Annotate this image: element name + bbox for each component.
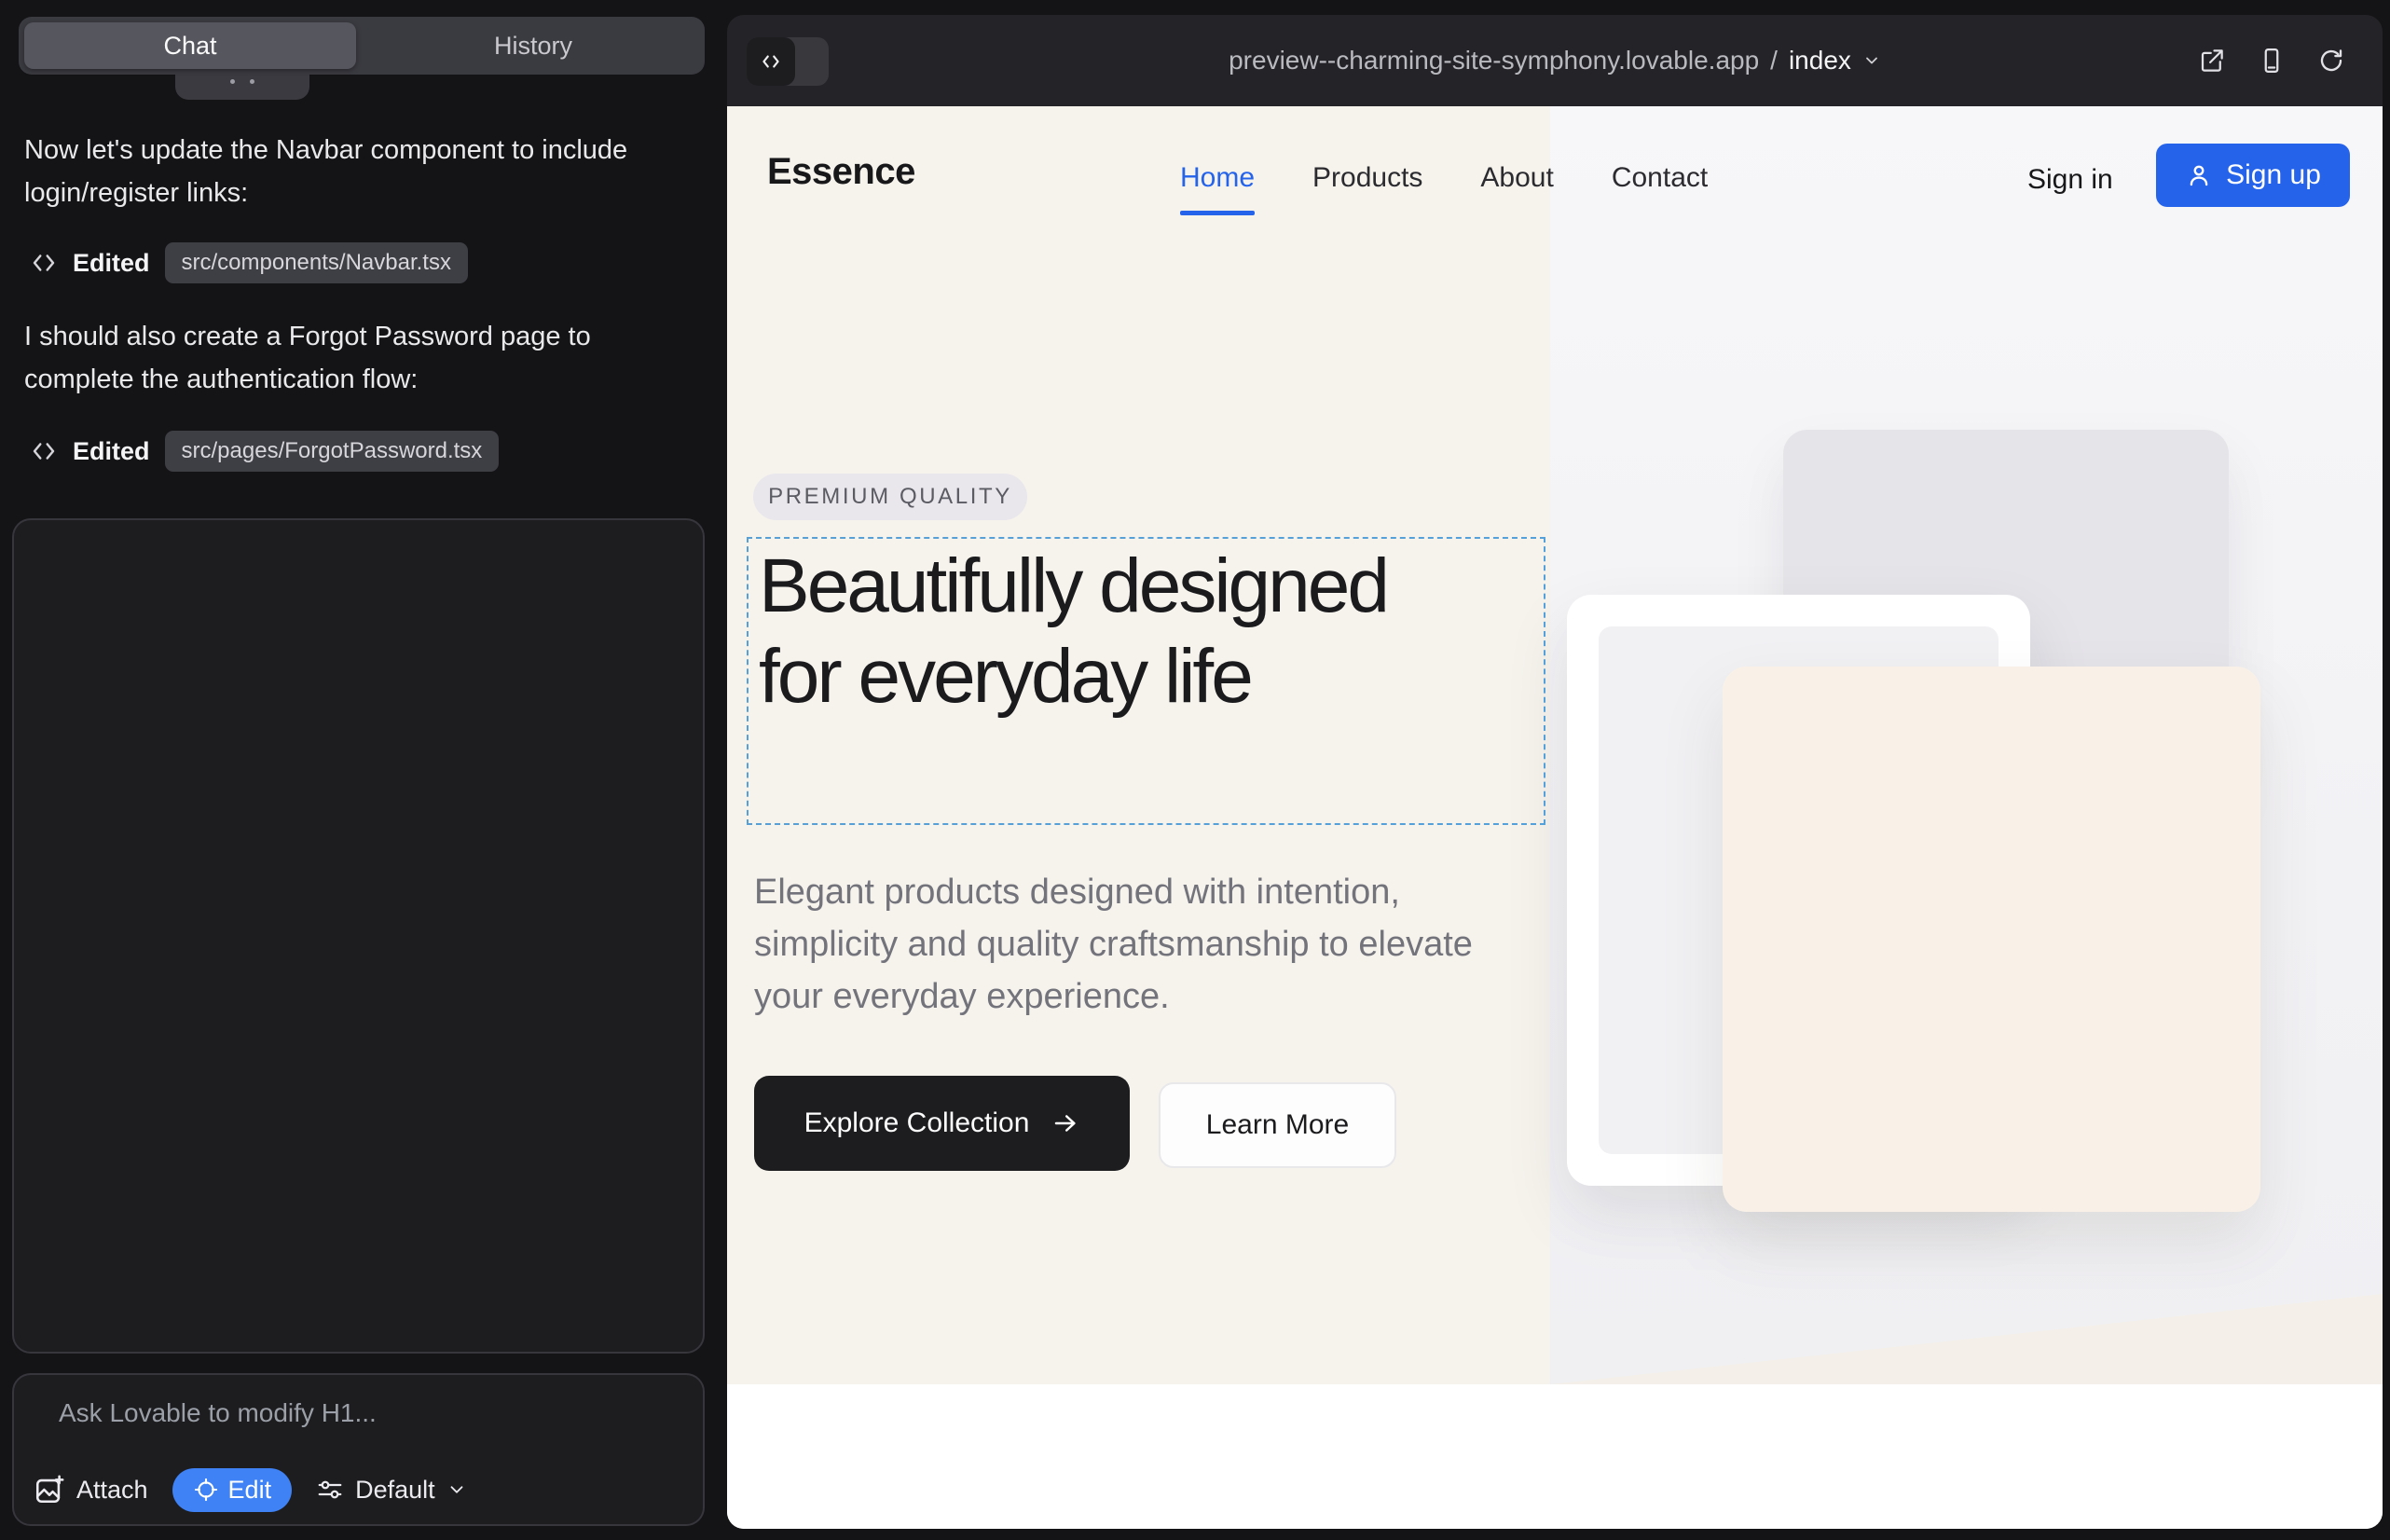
- file-badge[interactable]: src/components/Navbar.tsx: [165, 242, 468, 283]
- site-nav: Home Products About Contact: [1180, 162, 1708, 194]
- edited-file-row: Edited src/components/Navbar.tsx: [30, 241, 468, 285]
- nav-link-label: Home: [1180, 162, 1255, 193]
- url-page: index: [1789, 46, 1851, 76]
- refresh-button[interactable]: [2314, 43, 2349, 78]
- hero-description: Elegant products designed with intention…: [754, 866, 1509, 1023]
- cta-primary-label: Explore Collection: [804, 1107, 1030, 1139]
- external-link-icon: [2198, 47, 2226, 75]
- target-icon: [193, 1477, 219, 1503]
- hero-heading[interactable]: Beautifully designed for everyday life: [759, 541, 1393, 722]
- code-icon: [30, 437, 58, 465]
- attach-image-icon: [34, 1474, 65, 1506]
- mobile-icon: [2258, 47, 2286, 75]
- tab-history[interactable]: History: [367, 22, 699, 69]
- edit-label: Edit: [228, 1476, 272, 1505]
- preview-window: preview--charming-site-symphony.lovable.…: [727, 15, 2383, 1529]
- mobile-view-button[interactable]: [2254, 43, 2289, 78]
- decor-card-peach: [1723, 667, 2260, 1212]
- edited-label: Edited: [73, 437, 150, 466]
- url-separator: /: [1770, 46, 1778, 76]
- chat-history-tabbar: Chat History: [19, 17, 705, 75]
- active-underline: [1180, 211, 1255, 215]
- chat-input[interactable]: [57, 1397, 657, 1429]
- selected-h1-outline[interactable]: Beautifully designed for everyday life: [747, 537, 1545, 825]
- sign-up-button[interactable]: Sign up: [2156, 144, 2350, 207]
- composer-toolbar: Attach Edit Default: [34, 1464, 467, 1515]
- collapsed-scroll-pill[interactable]: [175, 75, 309, 100]
- site-viewport: Essence Home Products About Contact Sign…: [727, 106, 2383, 1529]
- tab-chat[interactable]: Chat: [24, 22, 356, 69]
- edited-label: Edited: [73, 249, 150, 278]
- open-external-button[interactable]: [2194, 43, 2230, 78]
- sign-in-link[interactable]: Sign in: [2027, 164, 2113, 196]
- learn-more-button[interactable]: Learn More: [1159, 1082, 1396, 1168]
- element-editor-panel: [12, 518, 705, 1354]
- attach-label: Attach: [76, 1476, 148, 1505]
- refresh-icon: [2317, 47, 2345, 75]
- nav-link-about[interactable]: About: [1480, 162, 1553, 194]
- url-domain: preview--charming-site-symphony.lovable.…: [1229, 46, 1759, 76]
- browser-chrome: preview--charming-site-symphony.lovable.…: [727, 15, 2383, 106]
- nav-link-products[interactable]: Products: [1312, 162, 1422, 194]
- site-logo[interactable]: Essence: [767, 151, 915, 193]
- next-section-background: [727, 1384, 2383, 1529]
- sign-up-label: Sign up: [2226, 159, 2321, 191]
- default-label: Default: [355, 1476, 435, 1505]
- code-icon: [30, 249, 58, 277]
- chat-message: I should also create a Forgot Password p…: [24, 315, 669, 401]
- sliders-icon: [316, 1476, 344, 1504]
- url-bar[interactable]: preview--charming-site-symphony.lovable.…: [727, 15, 2383, 106]
- arrow-right-icon: [1051, 1109, 1079, 1137]
- model-default-button[interactable]: Default: [316, 1476, 467, 1505]
- nav-link-contact[interactable]: Contact: [1612, 162, 1708, 194]
- chat-message: Now let's update the Navbar component to…: [24, 129, 669, 214]
- chevron-down-icon: [446, 1479, 467, 1500]
- edit-mode-button[interactable]: Edit: [172, 1468, 293, 1512]
- nav-link-home[interactable]: Home: [1180, 162, 1255, 194]
- person-icon: [2185, 161, 2213, 189]
- attach-button[interactable]: Attach: [34, 1474, 148, 1506]
- hero-badge: PREMIUM QUALITY: [753, 474, 1027, 520]
- edited-file-row: Edited src/pages/ForgotPassword.tsx: [30, 429, 499, 474]
- explore-collection-button[interactable]: Explore Collection: [754, 1076, 1130, 1171]
- chevron-down-icon: [1862, 51, 1881, 70]
- file-badge[interactable]: src/pages/ForgotPassword.tsx: [165, 431, 500, 472]
